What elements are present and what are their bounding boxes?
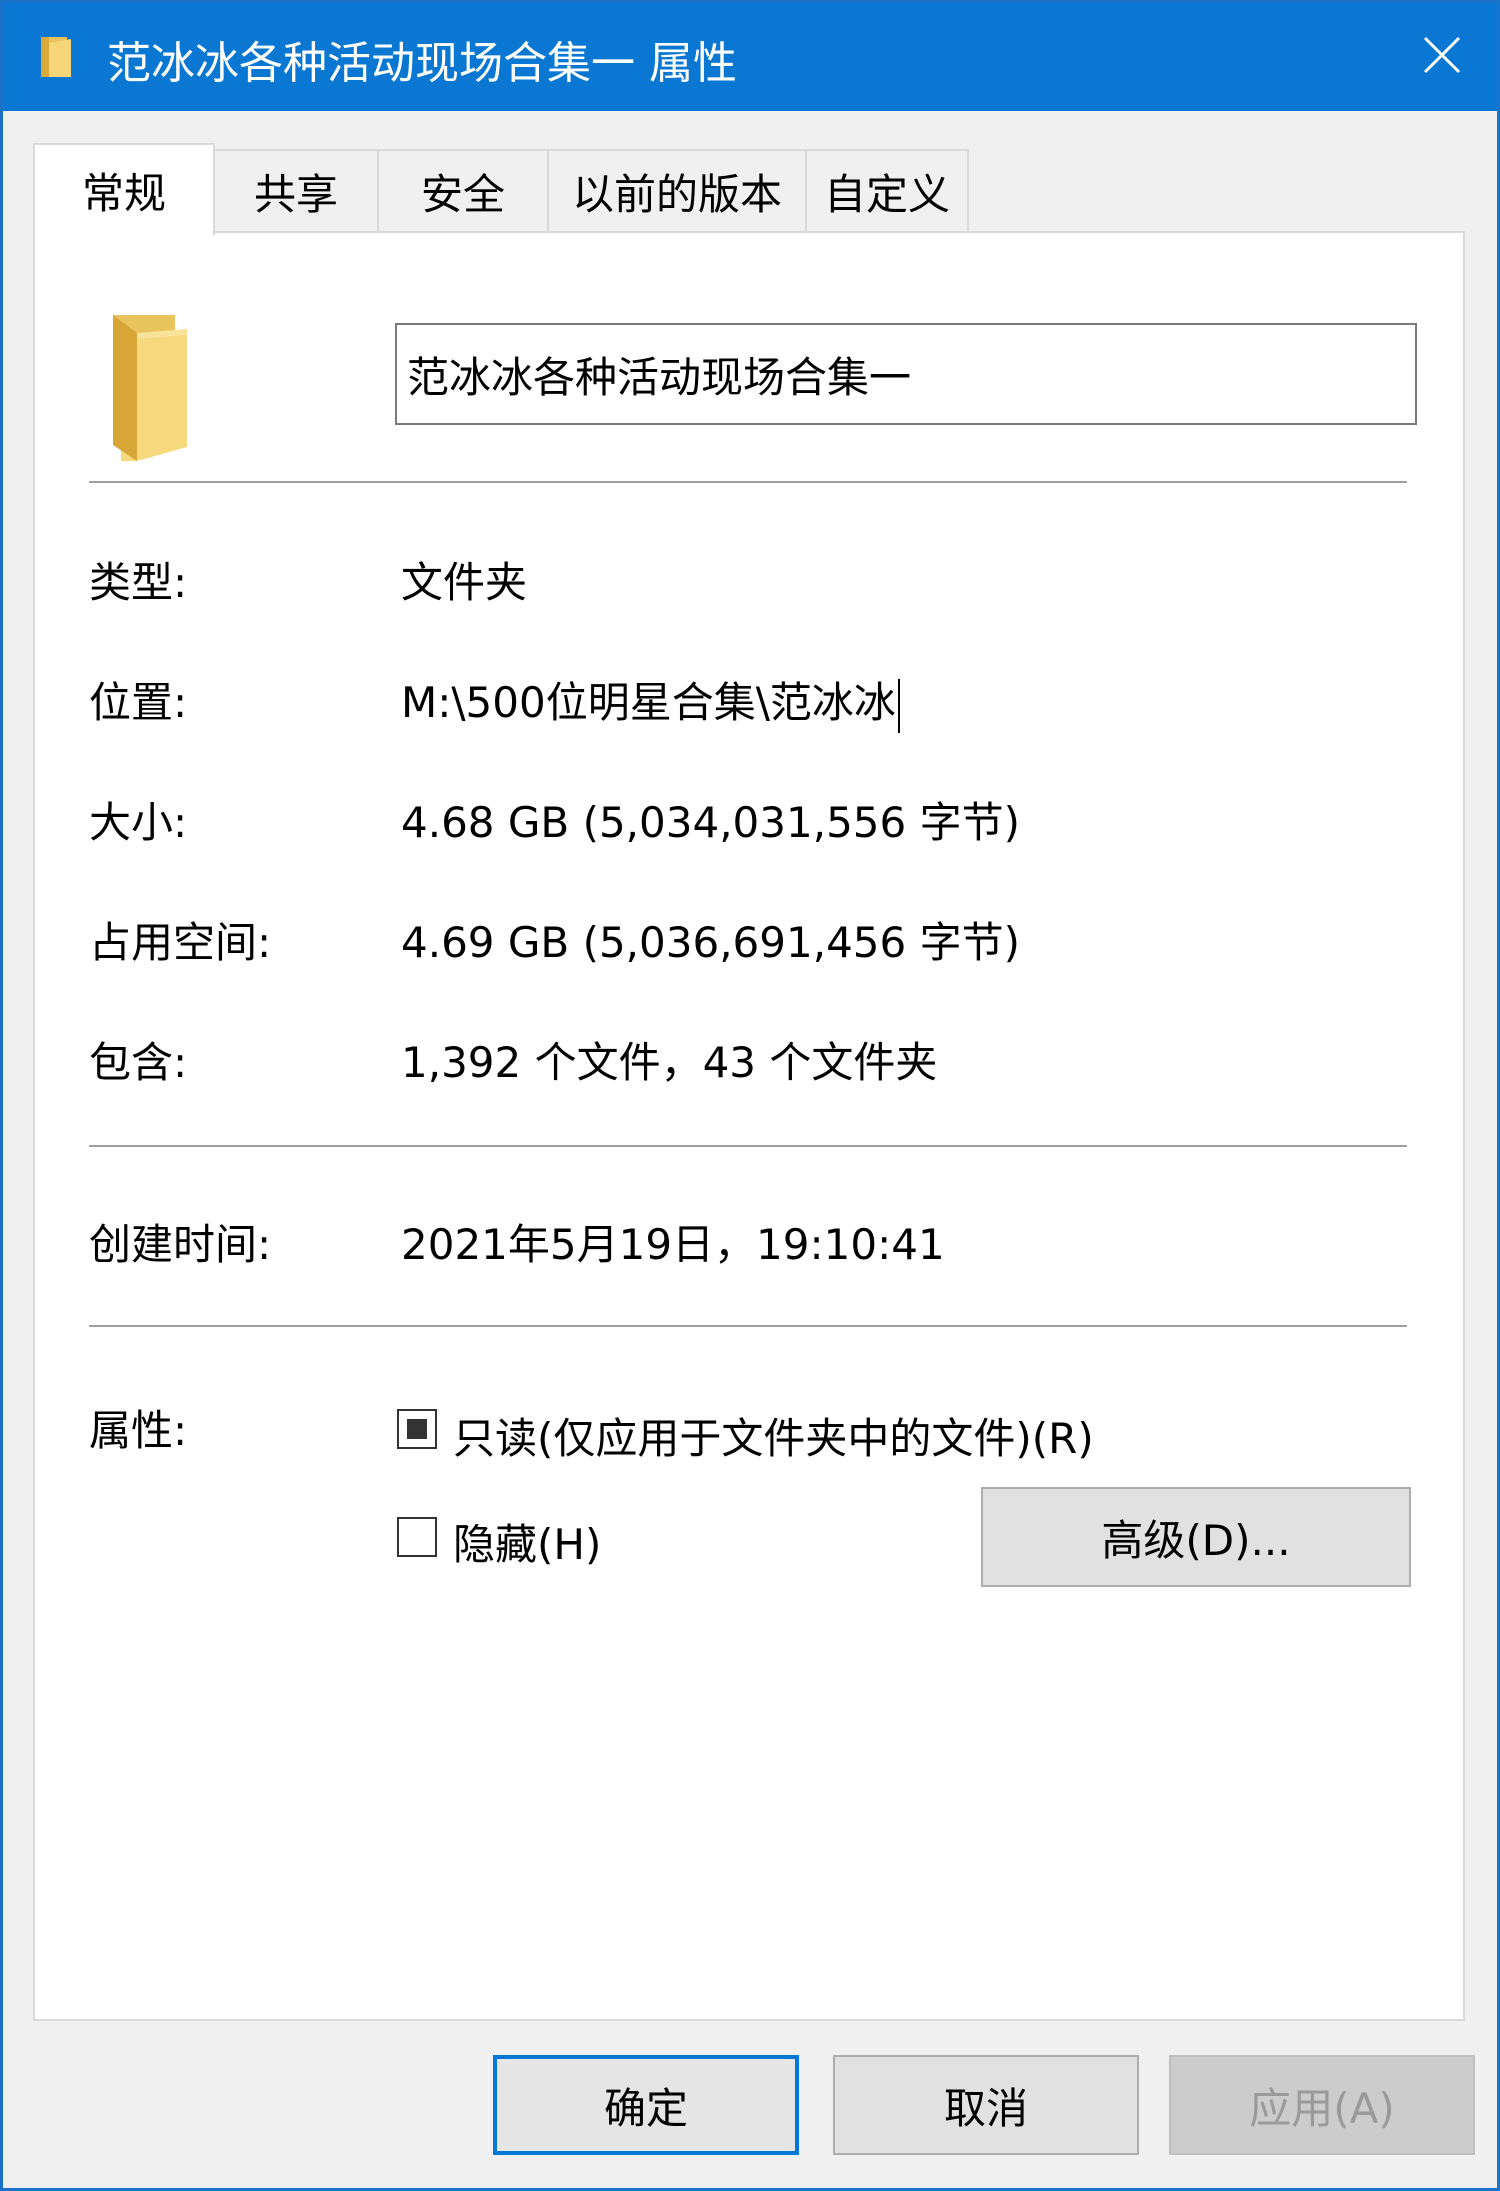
- created-label: 创建时间:: [89, 1220, 272, 1269]
- close-button[interactable]: [1387, 3, 1497, 111]
- cancel-button[interactable]: 取消: [833, 2055, 1139, 2155]
- contains-value: 1,392 个文件，43 个文件夹: [401, 1038, 938, 1087]
- size-value: 4.68 GB (5,034,031,556 字节): [401, 798, 1020, 847]
- folder-name-input[interactable]: [395, 323, 1417, 425]
- separator: [89, 1325, 1407, 1327]
- folder-icon: [107, 315, 217, 469]
- advanced-button[interactable]: 高级(D)...: [981, 1487, 1411, 1587]
- separator: [89, 1145, 1407, 1147]
- general-panel: 类型: 文件夹 位置: M:\500位明星合集\范冰冰 大小: 4.68 GB …: [33, 231, 1465, 2021]
- size-label: 大小:: [89, 798, 188, 847]
- tab-previous-versions[interactable]: 以前的版本: [547, 149, 807, 231]
- indeterminate-mark: [407, 1419, 427, 1439]
- apply-button[interactable]: 应用(A): [1169, 2055, 1475, 2155]
- close-icon: [1422, 35, 1462, 79]
- ok-button[interactable]: 确定: [493, 2055, 799, 2155]
- title-bar[interactable]: 范冰冰各种活动现场合集一 属性: [3, 3, 1497, 111]
- tab-security[interactable]: 安全: [377, 149, 549, 231]
- separator: [89, 481, 1407, 483]
- readonly-label[interactable]: 只读(仅应用于文件夹中的文件)(R): [453, 1405, 1094, 1466]
- location-label: 位置:: [89, 678, 188, 727]
- type-value: 文件夹: [401, 558, 528, 607]
- type-label: 类型:: [89, 558, 188, 607]
- hidden-checkbox[interactable]: [397, 1517, 437, 1557]
- folder-icon: [41, 35, 75, 83]
- tab-customize[interactable]: 自定义: [805, 149, 969, 231]
- size-on-disk-label: 占用空间:: [89, 918, 272, 967]
- contains-label: 包含:: [89, 1038, 188, 1087]
- tab-sharing[interactable]: 共享: [213, 149, 379, 231]
- readonly-checkbox[interactable]: [397, 1409, 437, 1449]
- attributes-label: 属性:: [89, 1406, 188, 1455]
- hidden-label[interactable]: 隐藏(H): [453, 1511, 601, 1572]
- created-value: 2021年5月19日，19:10:41: [401, 1220, 945, 1269]
- text-caret: [897, 678, 900, 733]
- location-value[interactable]: M:\500位明星合集\范冰冰: [401, 669, 900, 733]
- properties-window: 范冰冰各种活动现场合集一 属性 常规 共享 安全 以前的版本 自定义 类型: [0, 0, 1500, 2191]
- tab-general[interactable]: 常规: [33, 143, 215, 235]
- size-on-disk-value: 4.69 GB (5,036,691,456 字节): [401, 918, 1020, 967]
- window-title: 范冰冰各种活动现场合集一 属性: [107, 38, 737, 89]
- location-text: M:\500位明星合集\范冰冰: [401, 678, 896, 727]
